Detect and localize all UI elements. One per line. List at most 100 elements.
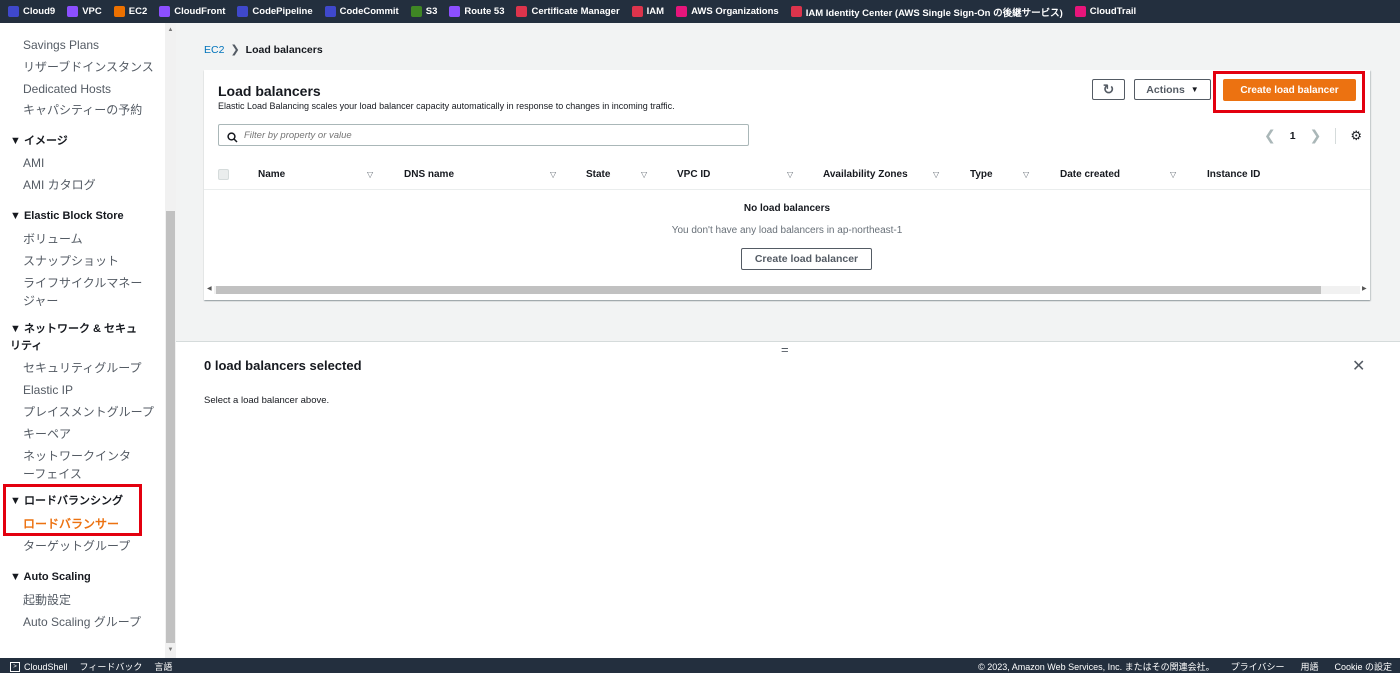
scroll-up-icon[interactable]: ▲	[166, 27, 175, 33]
terms-link[interactable]: 用語	[1300, 660, 1318, 673]
caret-down-icon: ▼	[1190, 85, 1199, 94]
horizontal-scrollbar[interactable]: ◀ ▶	[204, 284, 1370, 294]
sort-icon[interactable]: ▽	[641, 170, 647, 179]
service-icon	[237, 6, 249, 17]
feedback-link[interactable]: フィードバック	[80, 660, 143, 673]
favorite-route[interactable]: Route 53	[449, 6, 504, 17]
favorite-codepipeline[interactable]: CodePipeline	[237, 6, 313, 17]
favorite-certificate[interactable]: Certificate Manager	[516, 6, 620, 17]
sidebar-section-images[interactable]: ▼ イメージ	[10, 133, 160, 150]
empty-state-title: No load balancers	[743, 203, 831, 214]
service-icon	[790, 6, 802, 17]
scroll-right-icon[interactable]: ▶	[1362, 285, 1367, 292]
close-icon[interactable]: ✕	[1352, 356, 1365, 376]
favorite-aws[interactable]: AWS Organizations	[676, 6, 779, 17]
pagination: ❮ 1 ❯ ⚙	[1264, 127, 1362, 144]
page-description: Elastic Load Balancing scales your load …	[218, 101, 675, 111]
filter-input[interactable]	[244, 129, 724, 141]
sidebar-item-ami[interactable]: AMI	[23, 154, 158, 172]
sidebar: Savings Plans リザーブドインスタンス Dedicated Host…	[0, 23, 176, 658]
cookie-settings-link[interactable]: Cookie の設定	[1334, 660, 1392, 673]
sidebar-item-network-interfaces[interactable]: ネットワークインターフェイス	[23, 447, 143, 483]
resize-handle-icon[interactable]: =	[781, 342, 789, 357]
favorite-label: IAM	[646, 6, 665, 17]
chevron-left-icon[interactable]: ❮	[1264, 127, 1276, 144]
column-dns-name[interactable]: DNS name	[404, 169, 454, 180]
scroll-down-icon[interactable]: ▼	[166, 647, 175, 653]
sort-icon[interactable]: ▽	[1170, 170, 1176, 179]
favorite-label: CodeCommit	[339, 6, 399, 17]
sidebar-item-reserved-instances[interactable]: リザーブドインスタンス	[23, 58, 158, 76]
sidebar-item-placement-groups[interactable]: プレイスメントグループ	[23, 403, 158, 421]
scroll-thumb[interactable]	[216, 286, 1321, 294]
sidebar-item-key-pairs[interactable]: キーペア	[23, 425, 158, 443]
chevron-right-icon[interactable]: ❯	[1310, 127, 1322, 144]
sidebar-scrollbar-thumb[interactable]	[166, 211, 175, 643]
search-icon	[227, 130, 238, 143]
terminal-icon: >	[10, 661, 20, 672]
sidebar-item-capacity-reservations[interactable]: キャパシティーの予約	[23, 101, 158, 119]
empty-state-description: You don't have any load balancers in ap-…	[671, 225, 903, 236]
sidebar-section-load-balancing[interactable]: ▼ ロードバランシング	[10, 493, 160, 510]
sidebar-item-launch-configurations[interactable]: 起動設定	[23, 591, 158, 609]
favorite-label: Certificate Manager	[531, 6, 620, 17]
favorite-cloud9[interactable]: Cloud9	[8, 6, 55, 17]
sidebar-section-ebs[interactable]: ▼ Elastic Block Store	[10, 208, 160, 225]
favorite-codecommit[interactable]: CodeCommit	[324, 6, 399, 17]
favorite-vpc[interactable]: VPC	[67, 6, 102, 17]
sidebar-item-lifecycle-manager[interactable]: ライフサイクルマネージャー	[23, 274, 143, 310]
refresh-button[interactable]: ↻	[1092, 79, 1125, 100]
favorite-ec2[interactable]: EC2	[113, 6, 147, 17]
page-number[interactable]: 1	[1290, 130, 1296, 142]
sort-icon[interactable]: ▽	[367, 170, 373, 179]
sort-icon[interactable]: ▽	[787, 170, 793, 179]
split-panel: = 0 load balancers selected Select a loa…	[176, 341, 1400, 658]
sidebar-item-elastic-ip[interactable]: Elastic IP	[23, 381, 158, 399]
service-icon	[631, 6, 643, 17]
sort-icon[interactable]: ▽	[1023, 170, 1029, 179]
service-icon	[113, 6, 125, 17]
sidebar-item-savings-plans[interactable]: Savings Plans	[23, 36, 158, 54]
column-availability-zones[interactable]: Availability Zones	[823, 169, 908, 180]
sidebar-item-load-balancers[interactable]: ロードバランサー	[23, 515, 158, 533]
sidebar-item-security-groups[interactable]: セキュリティグループ	[23, 359, 158, 377]
sidebar-section-auto-scaling[interactable]: ▼ Auto Scaling	[10, 569, 160, 586]
favorite-cloudtrail[interactable]: CloudTrail	[1074, 6, 1136, 17]
favorite-s3[interactable]: S3	[410, 6, 437, 17]
filter-box[interactable]	[218, 124, 749, 146]
sidebar-section-network-security[interactable]: ▼ ネットワーク & セキュリティ	[10, 321, 145, 355]
gear-icon[interactable]: ⚙	[1350, 128, 1362, 144]
language-link[interactable]: 言語	[154, 660, 172, 673]
create-load-balancer-button[interactable]: Create load balancer	[1223, 79, 1356, 101]
favorite-label: CodePipeline	[252, 6, 313, 17]
scroll-left-icon[interactable]: ◀	[207, 285, 212, 292]
column-type[interactable]: Type	[970, 169, 993, 180]
sort-icon[interactable]: ▽	[933, 170, 939, 179]
sidebar-item-snapshots[interactable]: スナップショット	[23, 252, 158, 270]
sidebar-item-auto-scaling-groups[interactable]: Auto Scaling グループ	[23, 613, 158, 631]
sidebar-item-target-groups[interactable]: ターゲットグループ	[23, 537, 158, 555]
favorite-cloudfront[interactable]: CloudFront	[159, 6, 225, 17]
sidebar-item-dedicated-hosts[interactable]: Dedicated Hosts	[23, 80, 158, 98]
actions-button[interactable]: Actions ▼	[1134, 79, 1211, 100]
column-state[interactable]: State	[586, 169, 610, 180]
cloudshell-button[interactable]: > CloudShell	[10, 660, 68, 673]
favorite-iam[interactable]: IAM Identity Center (AWS Single Sign-On …	[790, 5, 1063, 19]
column-instance-id[interactable]: Instance ID	[1207, 169, 1260, 180]
favorite-iam[interactable]: IAM	[631, 6, 665, 17]
breadcrumb-current: Load balancers	[245, 43, 323, 56]
breadcrumb-ec2-link[interactable]: EC2	[204, 44, 224, 56]
sort-icon[interactable]: ▽	[550, 170, 556, 179]
actions-label: Actions	[1146, 83, 1185, 96]
privacy-link[interactable]: プライバシー	[1231, 660, 1285, 673]
column-vpc-id[interactable]: VPC ID	[677, 169, 710, 180]
service-icon	[1074, 6, 1086, 17]
select-all-checkbox[interactable]	[218, 169, 229, 180]
sidebar-item-ami-catalog[interactable]: AMI カタログ	[23, 176, 158, 194]
column-date-created[interactable]: Date created	[1060, 169, 1120, 180]
empty-create-load-balancer-button[interactable]: Create load balancer	[741, 248, 872, 270]
column-name[interactable]: Name	[258, 169, 285, 180]
split-panel-description: Select a load balancer above.	[204, 395, 330, 406]
favorite-label: Route 53	[464, 6, 505, 17]
sidebar-item-volumes[interactable]: ボリューム	[23, 230, 158, 248]
